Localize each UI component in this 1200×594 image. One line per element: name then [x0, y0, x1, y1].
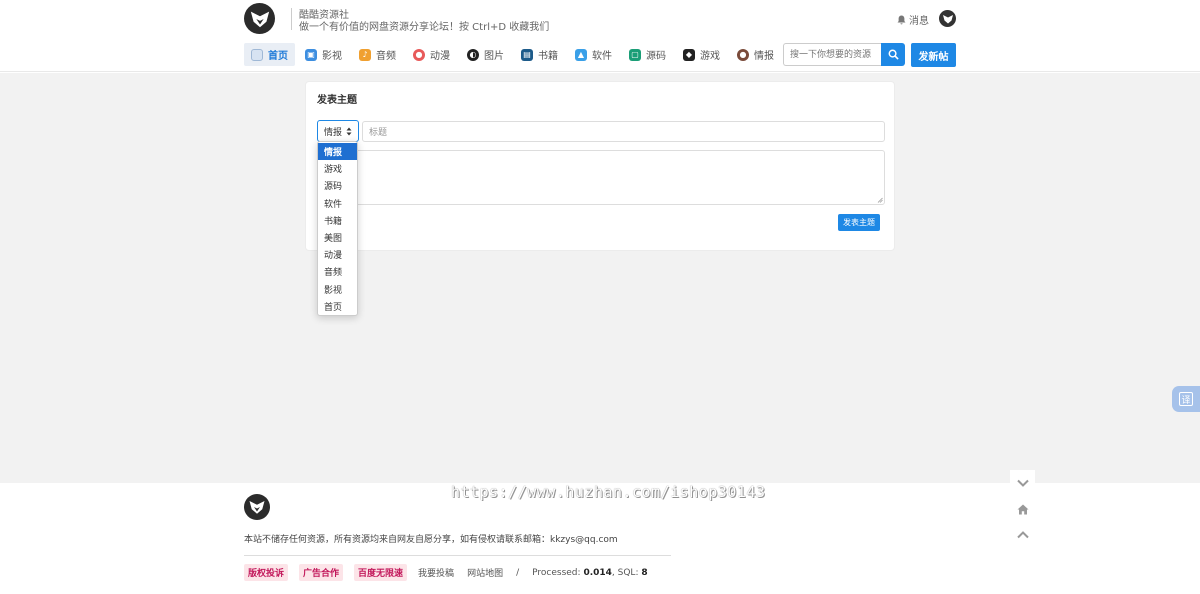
- nav-item-audio[interactable]: ♪ 音频: [352, 43, 403, 66]
- footer-disclaimer: 本站不储存任何资源，所有资源均来自网友自愿分享，如有侵权请联系邮箱：kkzys@…: [244, 535, 618, 545]
- title-input[interactable]: 标题: [362, 121, 885, 142]
- nav-item-label: 游戏: [700, 51, 720, 62]
- intel-icon: ●: [737, 48, 749, 61]
- sql-value: 8: [641, 567, 648, 578]
- user-avatar[interactable]: [939, 10, 956, 27]
- nav-item-label: 首页: [268, 51, 288, 62]
- processed-stats: Processed: 0.014, SQL: 8: [532, 568, 648, 578]
- nav-item-software[interactable]: ▲ 软件: [568, 43, 619, 66]
- submit-content-link[interactable]: 我要投稿: [418, 566, 454, 579]
- search-button[interactable]: [881, 43, 905, 66]
- category-dropdown: 情报 游戏 源码 软件 书籍 美图 动漫 音频 影视 首页: [317, 141, 358, 316]
- chevron-down-icon: [1016, 479, 1029, 487]
- nav-item-games[interactable]: ◆ 游戏: [676, 43, 727, 66]
- chevron-up-icon: [1016, 531, 1029, 539]
- dropdown-option[interactable]: 软件: [318, 195, 357, 212]
- home-icon: [251, 48, 263, 61]
- nav-item-label: 动漫: [430, 51, 450, 62]
- nav-item-label: 音频: [376, 51, 396, 62]
- nav-item-books[interactable]: ▤ 书籍: [514, 43, 565, 66]
- nav-item-label: 源码: [646, 51, 666, 62]
- site-header: 酷酷资源社 做一个有价值的网盘资源分享论坛！按 Ctrl+D 收藏我们 消息 首…: [0, 0, 1200, 72]
- search-icon: [888, 49, 899, 60]
- nav-item-source-code[interactable]: ▢ 源码: [622, 43, 673, 66]
- nav-item-video[interactable]: ▣ 影视: [298, 43, 349, 66]
- dropdown-option[interactable]: 影视: [318, 281, 357, 298]
- ad-cooperation-link[interactable]: 广告合作: [299, 564, 344, 581]
- nav-item-label: 情报: [754, 51, 774, 62]
- translate-button[interactable]: 译: [1172, 386, 1200, 412]
- footer-links: 版权投诉 广告合作 百度无限速 我要投稿 网站地图 / Processed: 0…: [244, 564, 648, 581]
- image-icon: ◐: [467, 48, 479, 61]
- processed-label: Processed:: [532, 567, 581, 578]
- software-icon: ▲: [575, 48, 587, 61]
- search-input[interactable]: [783, 43, 882, 66]
- dropdown-option[interactable]: 音频: [318, 263, 357, 280]
- dropdown-option[interactable]: 动漫: [318, 246, 357, 263]
- nav-item-label: 影视: [322, 51, 342, 62]
- footer-separator: /: [516, 567, 520, 578]
- new-post-button[interactable]: 发新帖: [911, 43, 956, 67]
- post-form-card: 发表主题 情报 标题 发表主题: [305, 81, 895, 251]
- copyright-complaint-link[interactable]: 版权投诉: [244, 564, 289, 581]
- dropdown-option[interactable]: 美图: [318, 229, 357, 246]
- footer-divider: [244, 555, 671, 556]
- sql-label: , SQL:: [611, 567, 639, 578]
- dropdown-option[interactable]: 情报: [318, 143, 357, 161]
- title-placeholder: 标题: [369, 128, 388, 138]
- avatar-logo-icon: [942, 14, 953, 23]
- code-icon: ▢: [629, 48, 641, 61]
- game-icon: ◆: [683, 48, 695, 61]
- anime-icon: ●: [413, 48, 425, 61]
- tv-icon: ▣: [305, 48, 317, 61]
- notifications-label: 消息: [909, 16, 929, 27]
- main-nav: 首页 ▣ 影视 ♪ 音频 ● 动漫 ◐ 图片 ▤ 书籍 ▲ 软件 ▢ 源码 ◆ …: [244, 43, 784, 66]
- main-area: 发表主题 情报 标题 发表主题 译: [0, 73, 1200, 483]
- home-button[interactable]: [1010, 496, 1035, 522]
- processed-value: 0.014: [583, 567, 612, 578]
- nav-item-label: 图片: [484, 51, 504, 62]
- dropdown-option[interactable]: 游戏: [318, 160, 357, 177]
- nav-item-intel[interactable]: ● 情报: [730, 43, 781, 66]
- audio-icon: ♪: [359, 48, 371, 61]
- form-heading: 发表主题: [317, 95, 357, 106]
- notifications-link[interactable]: 消息: [897, 12, 929, 27]
- book-icon: ▤: [521, 48, 533, 61]
- sitemap-link[interactable]: 网站地图: [467, 566, 503, 579]
- dropdown-option[interactable]: 源码: [318, 177, 357, 194]
- fox-logo-icon: [249, 501, 265, 514]
- home-icon: [1017, 504, 1028, 514]
- translate-icon: 译: [1179, 392, 1193, 406]
- footer-logo[interactable]: [244, 494, 270, 520]
- nav-item-images[interactable]: ◐ 图片: [460, 43, 511, 66]
- dropdown-option[interactable]: 首页: [318, 298, 357, 315]
- nav-item-label: 书籍: [538, 51, 558, 62]
- site-logo[interactable]: [244, 3, 275, 34]
- content-textarea[interactable]: [317, 150, 885, 205]
- category-value: 情报: [324, 127, 343, 138]
- bell-icon: [897, 15, 906, 24]
- side-toolbar: [1010, 470, 1035, 549]
- resize-handle-icon[interactable]: [877, 197, 883, 203]
- select-arrows-icon: [346, 127, 352, 135]
- scroll-down-button[interactable]: [1010, 470, 1035, 496]
- dropdown-option[interactable]: 书籍: [318, 212, 357, 229]
- brand-divider: [291, 8, 292, 30]
- fox-logo-icon: [250, 11, 269, 27]
- nav-item-anime[interactable]: ● 动漫: [406, 43, 457, 66]
- baidu-unlimited-link[interactable]: 百度无限速: [354, 564, 408, 581]
- category-select[interactable]: 情报: [317, 120, 359, 142]
- nav-item-label: 软件: [592, 51, 612, 62]
- nav-item-home[interactable]: 首页: [244, 43, 295, 66]
- scroll-top-button[interactable]: [1010, 522, 1035, 548]
- site-slogan: 做一个有价值的网盘资源分享论坛！按 Ctrl+D 收藏我们: [299, 22, 550, 33]
- watermark-text: https://www.huzhan.com/ishop30143: [451, 483, 766, 501]
- submit-post-button[interactable]: 发表主题: [838, 214, 880, 231]
